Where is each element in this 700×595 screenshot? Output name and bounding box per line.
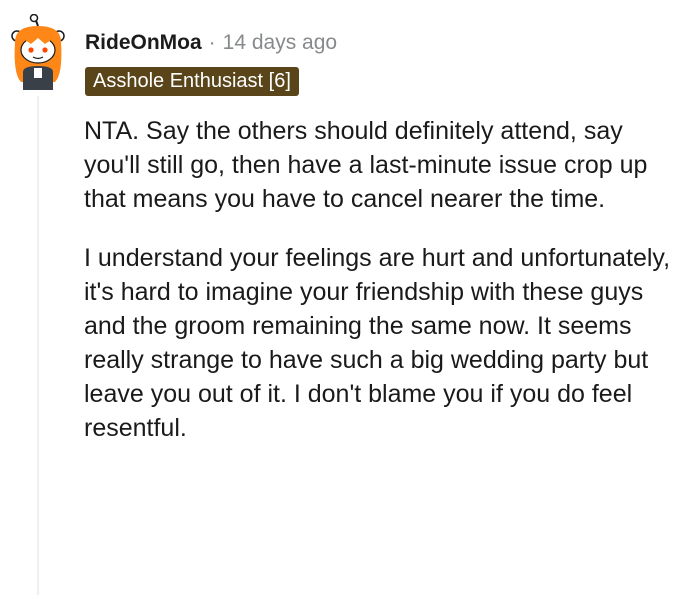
- comment-paragraph-2: I understand your feelings are hurt and …: [84, 244, 671, 442]
- comment-header: RideOnMoa · 14 days ago: [85, 28, 337, 58]
- thread-line[interactable]: [37, 96, 39, 595]
- username-link[interactable]: RideOnMoa: [85, 31, 202, 55]
- comment-timestamp[interactable]: 14 days ago: [223, 31, 337, 55]
- comment-paragraph-1: NTA. Say the others should definitely at…: [84, 117, 648, 213]
- user-flair-badge: Asshole Enthusiast [6]: [85, 67, 299, 96]
- user-avatar-icon[interactable]: [7, 13, 69, 90]
- separator-dot: ·: [208, 31, 216, 54]
- comment: RideOnMoa · 14 days ago Asshole Enthusia…: [0, 0, 700, 595]
- comment-body: NTA. Say the others should definitely at…: [84, 114, 684, 470]
